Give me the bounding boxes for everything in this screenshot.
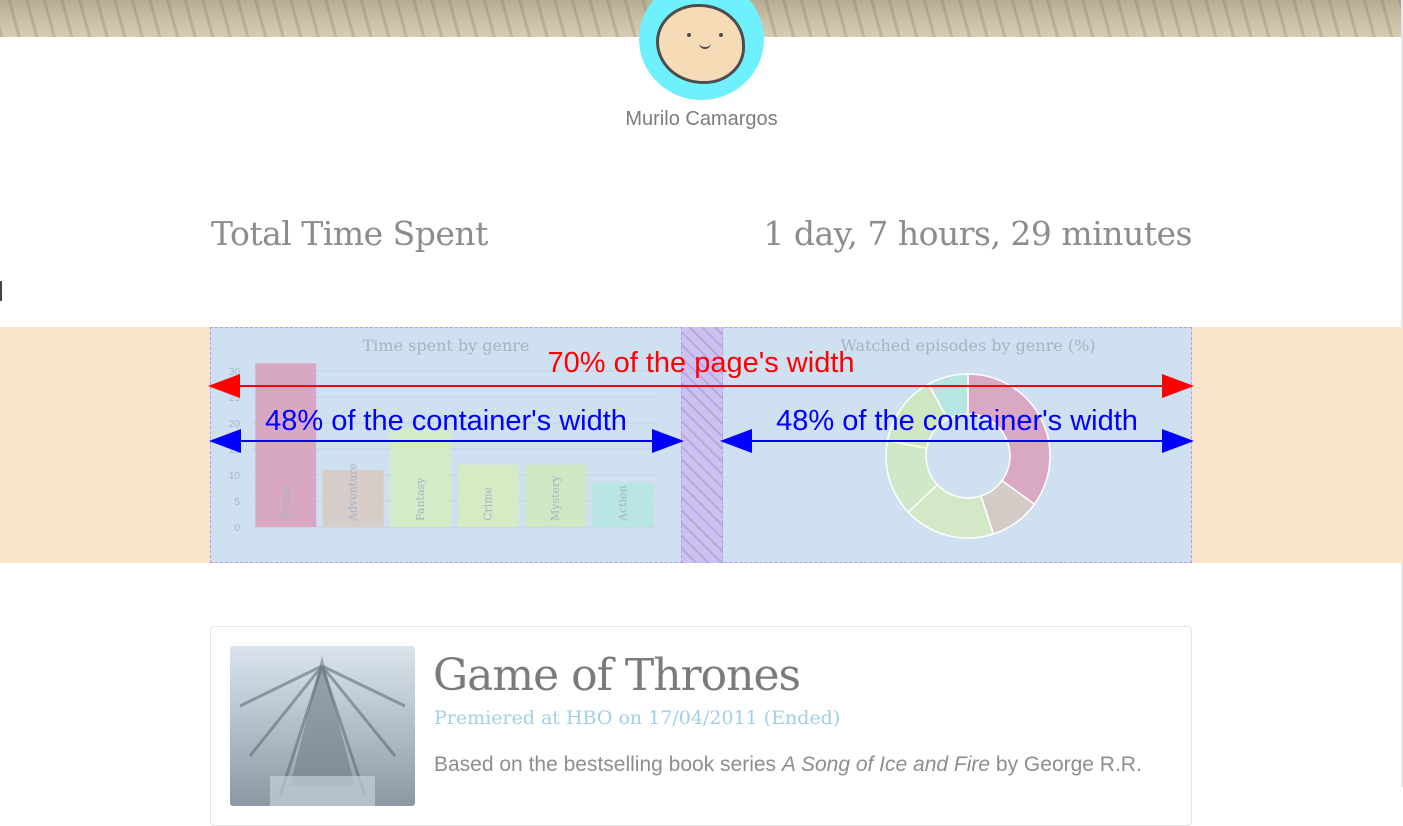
bar-label-crime: Crime — [481, 487, 494, 521]
poster-art — [239, 656, 406, 806]
total-time-value: 1 day, 7 hours, 29 minutes — [763, 213, 1192, 253]
genre-time-bar-chart: 0 5 10 15 20 25 30 Drama Adventure Fantasy Crime My… — [229, 363, 657, 534]
profile-name: Murilo Camargos — [625, 108, 778, 130]
avatar-eye-left — [687, 33, 691, 37]
y-tick-label: 0 — [234, 523, 240, 534]
avatar-eye-right — [719, 33, 723, 37]
show-title[interactable]: Game of Thrones — [433, 650, 801, 701]
desc-suffix: by George R.R. — [990, 753, 1142, 776]
bar-label-drama: Drama — [279, 483, 292, 521]
bar-label-adventure: Adventure — [346, 463, 359, 522]
genre-episodes-donut-chart — [885, 373, 1051, 539]
total-time-row: Total Time Spent 1 day, 7 hours, 29 minu… — [211, 210, 1192, 256]
column-gap — [681, 327, 723, 563]
avatar-mouth — [699, 41, 711, 49]
bar-label-mystery: Mystery — [549, 475, 562, 521]
desc-prefix: Based on the bestselling book series — [434, 753, 782, 776]
bar-label-action: Action — [616, 485, 629, 522]
y-tick-label: 15 — [229, 445, 241, 456]
y-tick-label: 25 — [229, 393, 241, 404]
slice-drama[interactable] — [967, 373, 1051, 506]
total-time-label: Total Time Spent — [211, 213, 488, 253]
show-description: Based on the bestselling book series A S… — [434, 753, 1142, 777]
show-poster-image[interactable] — [230, 646, 415, 806]
avatar-face-icon — [656, 4, 745, 84]
bar-label-fantasy: Fantasy — [414, 477, 427, 521]
left-edge-marker — [0, 281, 2, 301]
y-tick-label: 5 — [234, 497, 240, 508]
desc-book-title: A Song of Ice and Fire — [781, 753, 991, 776]
show-premiere-info: Premiered at HBO on 17/04/2011 (Ended) — [434, 707, 841, 729]
y-tick-label: 20 — [229, 419, 241, 430]
y-tick-label: 30 — [229, 367, 241, 378]
y-tick-label: 10 — [229, 471, 241, 482]
avatar[interactable] — [639, 0, 764, 100]
